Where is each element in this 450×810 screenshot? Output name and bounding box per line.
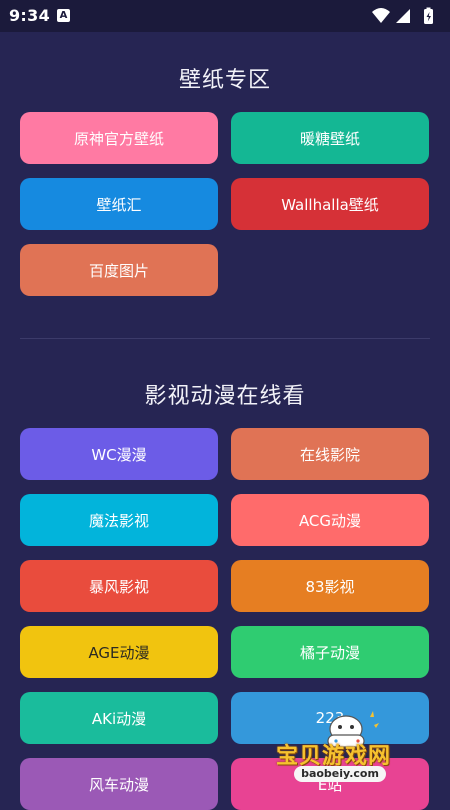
wallpaper-button-wallhalla[interactable]: Wallhalla壁纸 [231,178,429,230]
watermark-url: baobeiy.com [294,766,386,782]
status-time: 9:34 [9,6,50,25]
wallpaper-button-genshin[interactable]: 原神官方壁纸 [20,112,218,164]
battery-icon [424,7,433,24]
wifi-icon [372,8,390,23]
video-button-baofeng[interactable]: 暴风影视 [20,560,218,612]
wallpaper-button-bizhihui[interactable]: 壁纸汇 [20,178,218,230]
video-button-acg[interactable]: ACG动漫 [231,494,429,546]
section-title-video-anime: 影视动漫在线看 [144,384,306,409]
video-button-wc-manman[interactable]: WC漫漫 [20,428,218,480]
video-button-83[interactable]: 83影视 [231,560,429,612]
notification-app-icon: A [57,9,70,22]
video-button-age[interactable]: AGE动漫 [20,626,218,678]
video-button-online-cinema[interactable]: 在线影院 [231,428,429,480]
video-button-juzi[interactable]: 橘子动漫 [231,626,429,678]
section-title-wallpapers: 壁纸专区 [178,68,271,93]
video-button-fengche[interactable]: 风车动漫 [20,758,218,810]
site-watermark: 宝贝游戏网 baobeiy.com [270,705,418,800]
wallpaper-button-nuantang[interactable]: 暖糖壁纸 [231,112,429,164]
status-icons [370,7,440,25]
signal-icon [396,9,410,23]
status-bar: 9:34 A [0,0,450,32]
section-divider [20,338,430,339]
video-button-mofa[interactable]: 魔法影视 [20,494,218,546]
video-button-aki[interactable]: AKi动漫 [20,692,218,744]
wallpaper-button-baidu-images[interactable]: 百度图片 [20,244,218,296]
